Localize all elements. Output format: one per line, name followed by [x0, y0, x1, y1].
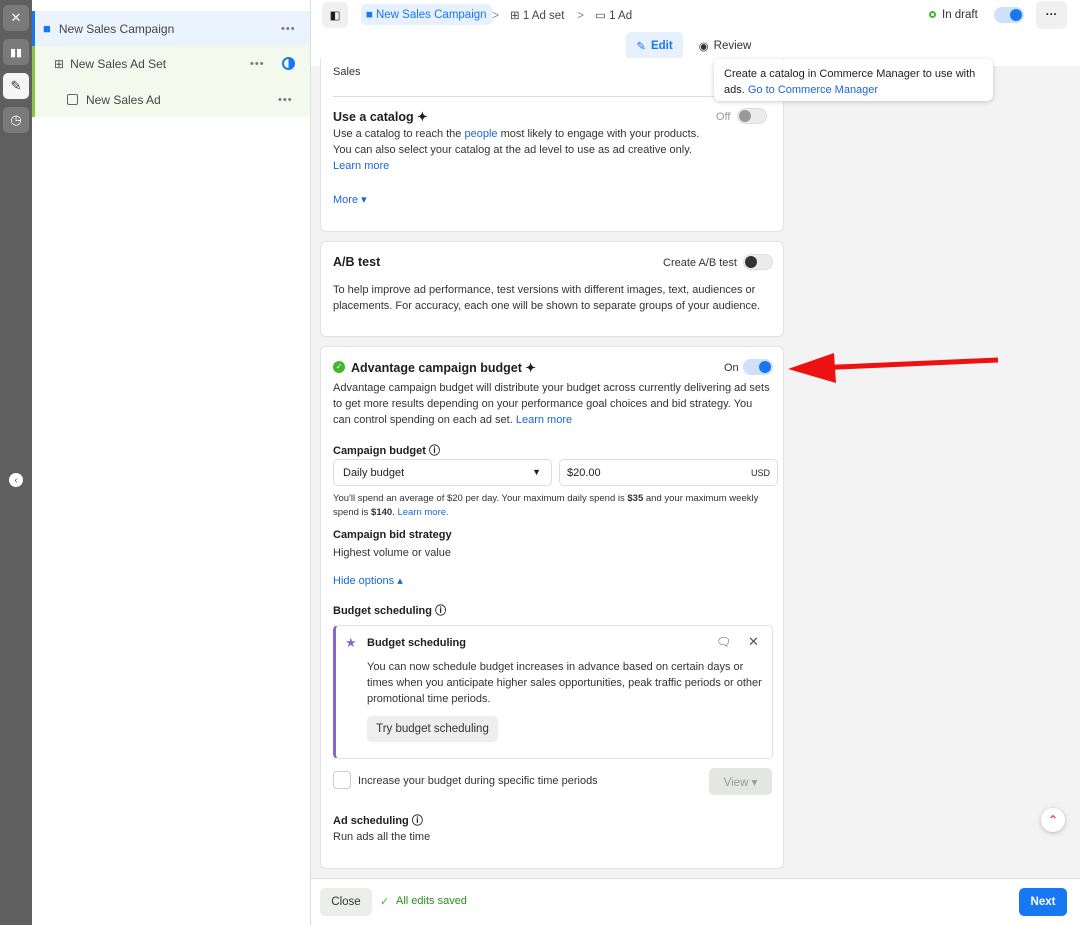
ab-test-card: A/B test Create A/B test To help improve… — [320, 241, 784, 337]
tree-item-adset[interactable]: ⊞ New Sales Ad Set ••• — [32, 46, 310, 81]
star-icon: ★ — [345, 635, 357, 650]
budget-type-select[interactable]: Daily budget ▼ — [333, 459, 552, 486]
caret-down-icon: ▼ — [532, 467, 541, 477]
folder-icon: ■ — [366, 8, 373, 21]
top-bar: ◧ ■ New Sales Campaign > ⊞ 1 Ad set > ▭ 1… — [311, 0, 1080, 30]
clock-icon[interactable]: ◷ — [3, 107, 29, 133]
info-icon: ⓘ — [428, 445, 440, 457]
ad-icon: ▭ — [595, 10, 606, 22]
eye-icon: ◉ — [698, 41, 709, 53]
next-button[interactable]: Next — [1019, 888, 1067, 916]
increase-budget-checkbox[interactable] — [333, 771, 351, 789]
sparkle-icon: ✦ — [417, 110, 428, 124]
ad-icon — [67, 94, 78, 105]
tab-edit[interactable]: ✎ Edit — [626, 32, 683, 60]
clickup-icon[interactable]: ⌃ — [1041, 808, 1065, 832]
collapse-chevron-icon[interactable]: ‹ — [9, 473, 23, 487]
status-dot-icon — [929, 11, 936, 18]
red-arrow-annotation — [788, 353, 999, 383]
close-icon[interactable]: ✕ — [3, 5, 29, 31]
info-icon: ⓘ — [435, 605, 447, 617]
close-button[interactable]: Close — [320, 888, 372, 916]
more-icon[interactable]: ••• — [281, 23, 296, 35]
hide-options-link[interactable]: Hide options ▴ — [333, 573, 403, 589]
folder-icon: ■ — [43, 21, 51, 36]
advantage-budget-card: ✓ Advantage campaign budget ✦ On Advanta… — [320, 346, 784, 869]
breadcrumb-campaign[interactable]: ■ New Sales Campaign — [361, 4, 492, 25]
more-icon[interactable]: ••• — [278, 94, 293, 106]
catalog-toggle[interactable] — [737, 108, 767, 124]
view-button[interactable]: View ▾ — [709, 768, 772, 795]
campaign-tree: ■ New Sales Campaign ••• ⊞ New Sales Ad … — [32, 0, 311, 925]
left-rail: ✕ ▮▮ ✎ ◷ ‹ — [0, 0, 32, 925]
more-options-button[interactable]: ··· — [1036, 1, 1067, 29]
breadcrumb-ad[interactable]: ▭ 1 Ad — [595, 8, 632, 22]
pencil-icon: ✎ — [636, 41, 646, 53]
try-budget-scheduling-button[interactable]: Try budget scheduling — [367, 716, 498, 742]
advantage-budget-toggle[interactable] — [743, 359, 773, 375]
budget-amount-input[interactable]: $20.00 USD — [559, 459, 778, 486]
panel-toggle-icon[interactable]: ◧ — [322, 2, 348, 28]
breadcrumb-adset[interactable]: ⊞ 1 Ad set — [510, 8, 564, 22]
feedback-icon[interactable]: 🗨 — [716, 635, 731, 649]
campaign-toggle[interactable] — [994, 7, 1024, 23]
grid-icon: ⊞ — [510, 10, 520, 22]
check-circle-icon: ✓ — [333, 361, 345, 373]
main-panel: ◧ ■ New Sales Campaign > ⊞ 1 Ad set > ▭ 1… — [311, 0, 1080, 925]
ab-test-toggle[interactable] — [743, 254, 773, 270]
status-badge: In draft — [942, 9, 978, 21]
check-icon: ✓ — [380, 896, 390, 908]
close-icon[interactable]: ✕ — [748, 634, 759, 650]
tree-item-campaign[interactable]: ■ New Sales Campaign ••• — [32, 11, 310, 46]
more-link[interactable]: More ▾ — [333, 192, 367, 208]
divider — [333, 96, 771, 97]
half-circle-status-icon — [282, 57, 295, 70]
info-icon: ⓘ — [411, 815, 423, 827]
tree-item-ad[interactable]: New Sales Ad ••• — [32, 82, 310, 117]
catalog-tooltip: Create a catalog in Commerce Manager to … — [714, 59, 993, 101]
chart-icon[interactable]: ▮▮ — [3, 39, 29, 65]
more-icon[interactable]: ••• — [250, 58, 265, 70]
footer-bar: Close ✓ All edits saved Next — [311, 878, 1080, 925]
budget-scheduling-promo: ★ Budget scheduling 🗨 ✕ You can now sche… — [333, 625, 773, 759]
tab-review[interactable]: ◉ Review — [695, 32, 755, 60]
sparkle-icon: ✦ — [525, 361, 536, 375]
grid-icon: ⊞ — [54, 56, 65, 71]
pencil-icon[interactable]: ✎ — [3, 73, 29, 99]
